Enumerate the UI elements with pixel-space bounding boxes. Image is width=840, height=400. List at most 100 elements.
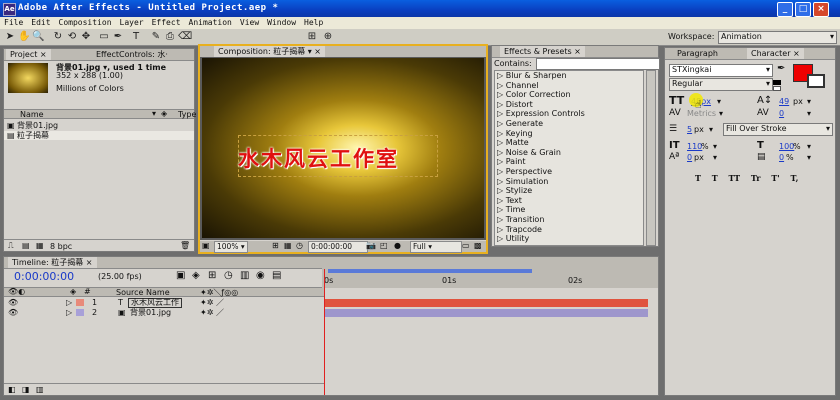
layer-switches[interactable]: ✦✲ ／: [200, 298, 224, 307]
new-composition-icon[interactable]: ▦: [36, 241, 44, 250]
list-item[interactable]: ▷ Generate: [495, 119, 643, 129]
list-item[interactable]: ▷ Expression Controls: [495, 109, 643, 119]
toggle-modes-icon[interactable]: ◨: [22, 385, 30, 394]
maximize-button[interactable]: □: [795, 2, 811, 17]
menu-help[interactable]: Help: [300, 17, 327, 29]
hand-tool-icon[interactable]: ✋: [18, 31, 30, 43]
list-item[interactable]: ▷ Perspective: [495, 167, 643, 177]
menu-view[interactable]: View: [236, 17, 263, 29]
list-item[interactable]: ▷ Keying: [495, 129, 643, 139]
region-of-interest-icon[interactable]: ▭: [462, 241, 470, 250]
interpret-footage-icon[interactable]: ⎍: [8, 241, 14, 251]
layer-duration-bar[interactable]: [324, 309, 648, 317]
rotation-tool-icon[interactable]: ↻: [52, 31, 64, 43]
menu-animation[interactable]: Animation: [185, 17, 236, 29]
list-item[interactable]: ▷ Stylize: [495, 186, 643, 196]
list-item[interactable]: ▷ Noise & Grain: [495, 148, 643, 158]
frame-blending-icon[interactable]: ▥: [240, 270, 249, 281]
faux-italic-button[interactable]: T: [712, 173, 718, 183]
table-row[interactable]: 👁 ▷ 2 ▣ 背景01.jpg ✦✲ ／: [4, 308, 324, 317]
composition-viewer[interactable]: 水木风云工作室: [200, 57, 486, 240]
live-update-icon[interactable]: ▣: [176, 270, 185, 281]
magnification-dropdown[interactable]: 100% ▾: [214, 241, 248, 253]
tab-effect-controls[interactable]: EffectControls: 水·: [92, 49, 172, 60]
tab-effects-presets[interactable]: Effects & Presets ×: [500, 46, 585, 57]
color-depth-label[interactable]: 8 bpc: [50, 242, 72, 251]
brush-tool-icon[interactable]: ✎: [150, 31, 162, 43]
menu-window[interactable]: Window: [263, 17, 300, 29]
tab-project[interactable]: Project ×: [6, 49, 51, 60]
black-swatch[interactable]: [773, 80, 781, 85]
world-axis-icon[interactable]: ⊕: [322, 31, 334, 43]
composition-timecode[interactable]: 0:00:00:00: [308, 241, 368, 253]
chevron-down-icon[interactable]: ▾: [807, 142, 811, 151]
chevron-down-icon[interactable]: ▾: [717, 97, 721, 106]
chevron-down-icon[interactable]: ▾: [807, 153, 811, 162]
tab-timeline[interactable]: Timeline: 粒子揭幕 ×: [8, 257, 97, 268]
eyedropper-icon[interactable]: ✒: [777, 63, 785, 74]
white-swatch[interactable]: [773, 86, 781, 91]
table-row[interactable]: 👁 ▷ 1 T 水木风云工作 ✦✲ ／: [4, 298, 324, 308]
layer-switches[interactable]: ✦✲ ／: [200, 308, 224, 317]
menu-file[interactable]: File: [0, 17, 27, 29]
expand-arrow-icon[interactable]: ▷: [66, 298, 72, 307]
source-name-header[interactable]: Source Name: [116, 288, 170, 297]
layer-label-color[interactable]: [76, 309, 84, 316]
stroke-color-swatch[interactable]: [807, 74, 825, 88]
tsume-value[interactable]: 0: [779, 153, 784, 162]
layer-duration-bar[interactable]: [324, 299, 648, 307]
show-snapshot-icon[interactable]: ◰: [380, 241, 388, 250]
timeline-timecode[interactable]: 0:00:00:00: [14, 270, 74, 283]
minimize-button[interactable]: _: [777, 2, 793, 17]
chevron-down-icon[interactable]: ▾: [713, 153, 717, 162]
close-button[interactable]: ×: [813, 2, 829, 17]
all-caps-button[interactable]: TT: [729, 173, 741, 183]
brainstorm-icon[interactable]: ▤: [272, 270, 281, 281]
layer-name[interactable]: 背景01.jpg: [130, 308, 171, 317]
superscript-button[interactable]: T': [771, 173, 779, 183]
safe-zones-icon[interactable]: ⊞: [272, 241, 279, 250]
pen-tool-icon[interactable]: ✒: [112, 31, 124, 43]
subscript-button[interactable]: T,: [791, 173, 799, 183]
label-tag-icon[interactable]: ◈: [161, 109, 167, 118]
chevron-down-icon[interactable]: ▾: [807, 109, 811, 118]
list-item[interactable]: ▷ Utility: [495, 234, 643, 244]
toggle-panes-icon[interactable]: ◧: [8, 385, 16, 394]
visibility-icon[interactable]: 👁: [8, 298, 18, 307]
graph-editor-icon[interactable]: ◷: [224, 270, 233, 281]
tab-paragraph[interactable]: Paragraph: [673, 48, 722, 59]
motion-blur-icon[interactable]: ⊞: [208, 270, 216, 281]
type-tool-icon[interactable]: T: [130, 31, 142, 43]
effects-search-input[interactable]: [536, 58, 660, 70]
orbit-camera-tool-icon[interactable]: ⟲: [66, 31, 78, 43]
snapshot-icon[interactable]: 📷: [366, 241, 376, 250]
trash-icon[interactable]: 🗑: [180, 241, 190, 250]
chevron-down-icon[interactable]: ▾: [807, 97, 811, 106]
stroke-width-value[interactable]: 5: [687, 125, 692, 134]
time-ruler[interactable]: 0s 01s 02s: [322, 268, 658, 288]
column-name[interactable]: Name: [20, 110, 44, 119]
list-item[interactable]: ▷ Text: [495, 196, 643, 206]
vertical-scale-value[interactable]: 110: [687, 142, 702, 151]
menu-composition[interactable]: Composition: [55, 17, 116, 29]
current-time-indicator[interactable]: [324, 269, 325, 395]
list-item[interactable]: ▷ Time: [495, 205, 643, 215]
list-item[interactable]: ▷ Distort: [495, 100, 643, 110]
shy-layers-icon[interactable]: ◉: [256, 270, 265, 281]
list-item[interactable]: ▣ 背景01.jpg: [4, 121, 194, 130]
layer-name[interactable]: 水木风云工作: [128, 298, 182, 308]
grid-icon[interactable]: ▦: [284, 241, 292, 250]
baseline-shift-value[interactable]: 0: [687, 153, 692, 162]
selection-tool-icon[interactable]: ➤: [4, 31, 16, 43]
font-family-dropdown[interactable]: STXingkai ▾: [669, 64, 773, 77]
expand-arrow-icon[interactable]: ▷: [66, 308, 72, 317]
tab-character[interactable]: Character ×: [747, 48, 804, 59]
zoom-tool-icon[interactable]: 🔍: [32, 31, 44, 43]
layer-label-color[interactable]: [76, 299, 84, 306]
toggle-switches-icon[interactable]: ▥: [36, 385, 44, 394]
leading-value[interactable]: 49: [779, 97, 789, 106]
list-item[interactable]: ▷ Transition: [495, 215, 643, 225]
axis-mode-icon[interactable]: ⊞: [306, 31, 318, 43]
resolution-dropdown[interactable]: Full ▾: [410, 241, 462, 253]
clone-stamp-tool-icon[interactable]: ⎙: [164, 31, 176, 43]
